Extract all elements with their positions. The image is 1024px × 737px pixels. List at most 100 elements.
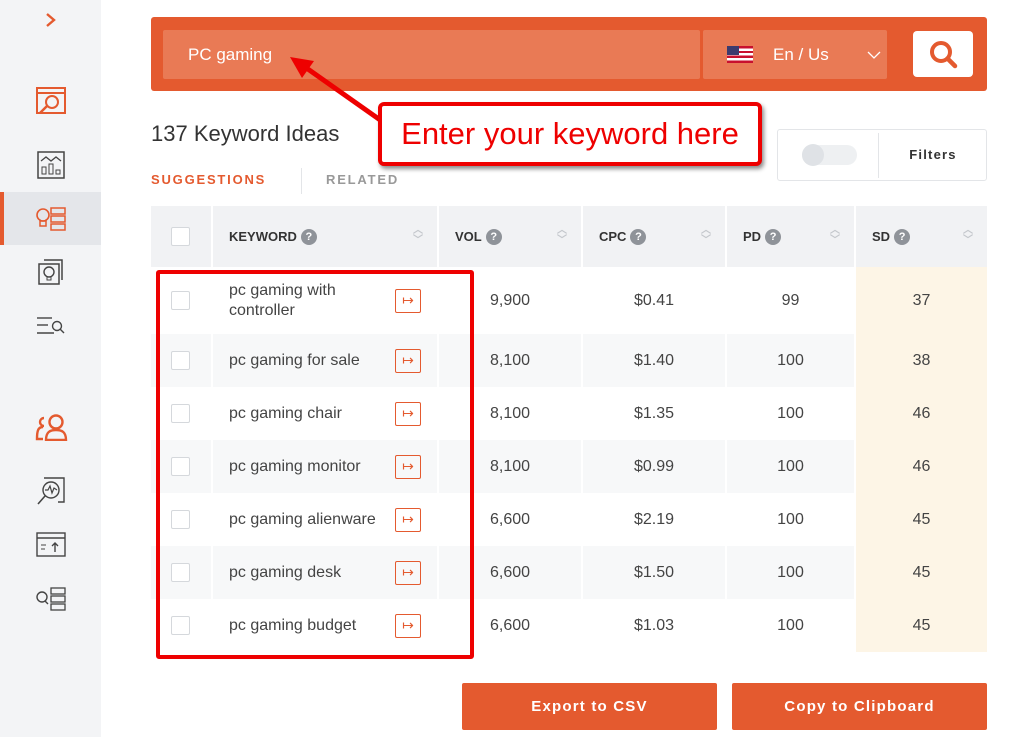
help-icon[interactable]: ? [485,228,502,245]
table-row: pc gaming monitor ↦ 8,100 $0.99 100 46 [151,440,987,493]
vol-cell: 8,100 [438,387,583,440]
sidebar-item-content-ideas[interactable] [0,245,101,298]
open-keyword-arrow-icon[interactable]: ↦ [395,401,421,426]
filters-button[interactable]: Filters [878,147,988,162]
sort-icon[interactable]: ︿ ﹀ [413,226,423,246]
open-keyword-arrow-icon[interactable]: ↦ [395,613,421,638]
table-header: KEYWORD? ︿ ﹀ VOL? ︿ ﹀ CPC? ︿ ﹀ PD? ︿ ﹀ SD? ︿ ﹀ [151,206,987,267]
row-checkbox[interactable] [171,404,190,423]
sidebar-item-serp[interactable] [0,300,101,353]
header-label: KEYWORD [229,228,297,244]
keyword-input[interactable] [163,30,700,79]
header-label: CPC [599,228,627,244]
row-checkbox[interactable] [171,291,190,310]
tab-related[interactable]: RELATED [326,172,399,187]
sd-cell: 45 [855,599,987,652]
help-icon[interactable]: ? [630,228,647,245]
open-keyword-arrow-icon[interactable]: ↦ [395,560,421,585]
list-search-icon [36,316,64,334]
sd-cell: 46 [855,440,987,493]
table-row: pc gaming budget ↦ 6,600 $1.03 100 45 [151,599,987,652]
select-all-checkbox[interactable] [171,227,190,246]
header-keyword[interactable]: KEYWORD? ︿ ﹀ [212,206,439,267]
header-cpc[interactable]: CPC? ︿ ﹀ [582,206,727,267]
sidebar-item-rank-tracker[interactable] [0,518,101,571]
sd-cell: 37 [855,267,987,334]
filters-panel: Filters [777,129,987,181]
row-checkbox-cell [151,546,213,599]
cpc-cell: $1.35 [582,387,727,440]
row-checkbox[interactable] [171,510,190,529]
chevron-down-icon [867,51,881,59]
pd-cell: 100 [726,440,856,493]
pd-cell: 100 [726,493,856,546]
vol-cell: 8,100 [438,440,583,493]
sidebar-item-analytics[interactable] [0,138,101,191]
keyword-cell: pc gaming alienware ↦ [212,493,439,546]
sort-icon[interactable]: ︿ ﹀ [557,226,567,246]
keyword-text[interactable]: pc gaming monitor [229,457,384,477]
sidebar-item-site-audit[interactable] [0,464,101,517]
keyword-cell: pc gaming chair ↦ [212,387,439,440]
sd-cell: 46 [855,387,987,440]
open-keyword-arrow-icon[interactable]: ↦ [395,288,421,313]
search-icon [930,41,958,69]
search-button[interactable] [913,31,973,77]
open-keyword-arrow-icon[interactable]: ↦ [395,507,421,532]
keyword-text[interactable]: pc gaming alienware [229,510,384,530]
keyword-text[interactable]: pc gaming budget [229,616,384,636]
header-sd[interactable]: SD? ︿ ﹀ [855,206,987,267]
keyword-text[interactable]: pc gaming with controller [229,281,384,321]
row-checkbox[interactable] [171,616,190,635]
help-icon[interactable]: ? [894,228,911,245]
export-csv-button[interactable]: Export to CSV [462,683,717,730]
keyword-text[interactable]: pc gaming desk [229,563,384,583]
annotation-callout: Enter your keyword here [378,102,762,166]
help-icon[interactable]: ? [765,228,782,245]
language-label: En / Us [773,44,829,64]
row-checkbox-cell [151,599,213,652]
lightbulb-card-icon [37,258,63,285]
table-row: pc gaming desk ↦ 6,600 $1.50 100 45 [151,546,987,599]
help-icon[interactable]: ? [300,228,317,245]
expand-sidebar-button[interactable] [0,0,101,40]
cpc-cell: $1.40 [582,334,727,387]
pd-cell: 100 [726,599,856,652]
sort-icon[interactable]: ︿ ﹀ [963,226,973,246]
table-row: pc gaming with controller ↦ 9,900 $0.41 9… [151,267,987,334]
open-keyword-arrow-icon[interactable]: ↦ [395,454,421,479]
browser-search-icon [35,86,66,114]
open-keyword-arrow-icon[interactable]: ↦ [395,348,421,373]
sort-icon[interactable]: ︿ ﹀ [830,226,840,246]
header-label: SD [872,228,891,244]
row-checkbox[interactable] [171,457,190,476]
header-label: PD [743,228,762,244]
browser-upload-icon [35,531,66,557]
sidebar-item-backlinks[interactable] [0,400,101,453]
filters-toggle[interactable] [802,144,857,166]
row-checkbox[interactable] [171,351,190,370]
keyword-cell: pc gaming budget ↦ [212,599,439,652]
pd-cell: 99 [726,267,856,334]
language-select[interactable]: En / Us [703,30,887,79]
tab-suggestions[interactable]: SUGGESTIONS [151,172,266,187]
search-bar: En / Us [151,17,987,91]
keyword-cell: pc gaming monitor ↦ [212,440,439,493]
vol-cell: 6,600 [438,546,583,599]
keyword-text[interactable]: pc gaming chair [229,404,384,424]
sidebar-item-keyword-list[interactable] [0,572,101,625]
copy-clipboard-button[interactable]: Copy to Clipboard [732,683,987,730]
sort-icon[interactable]: ︿ ﹀ [701,226,711,246]
cpc-cell: $1.50 [582,546,727,599]
vol-cell: 6,600 [438,599,583,652]
cpc-cell: $2.19 [582,493,727,546]
cpc-cell: $1.03 [582,599,727,652]
sidebar-item-keyword-ideas[interactable] [0,192,101,245]
header-vol[interactable]: VOL? ︿ ﹀ [438,206,583,267]
tab-divider [301,168,302,194]
sidebar-item-keyword-overview[interactable] [0,74,101,127]
keyword-text[interactable]: pc gaming for sale [229,351,384,371]
header-pd[interactable]: PD? ︿ ﹀ [726,206,856,267]
row-checkbox[interactable] [171,563,190,582]
cpc-cell: $0.41 [582,267,727,334]
